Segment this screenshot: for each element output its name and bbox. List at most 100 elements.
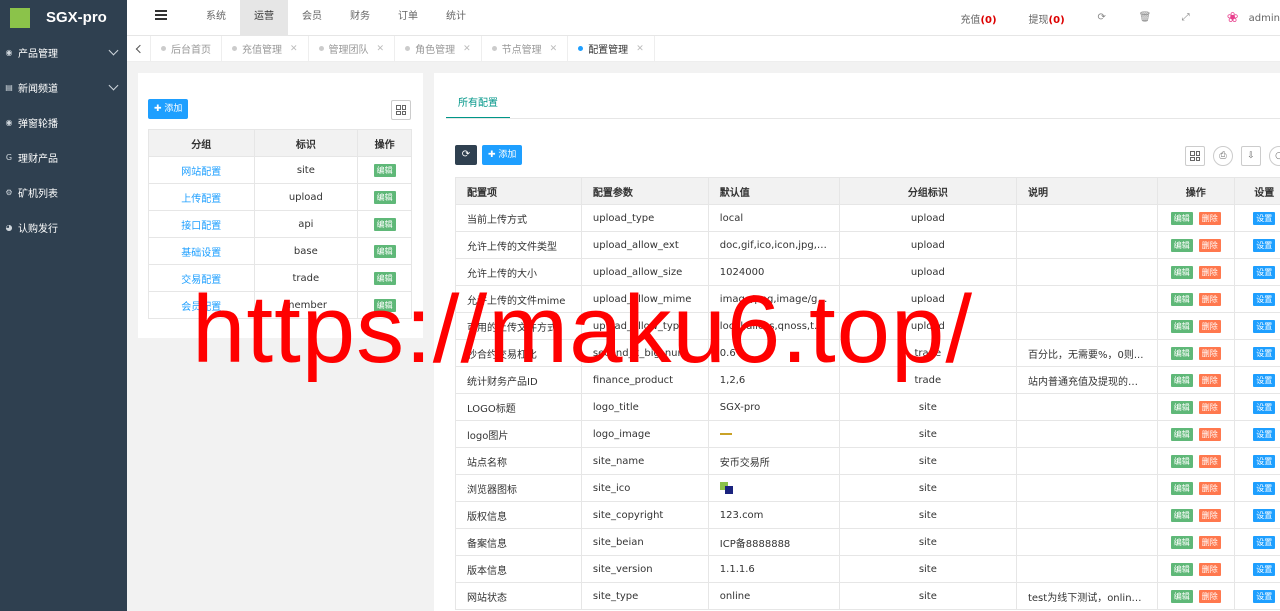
- set-button[interactable]: 设置: [1253, 454, 1276, 468]
- set-button[interactable]: 设置: [1253, 535, 1276, 549]
- edit-button[interactable]: 编辑: [373, 244, 396, 258]
- edit-button[interactable]: 编辑: [1170, 238, 1193, 252]
- delete-button[interactable]: 删除: [1198, 238, 1221, 252]
- columns-icon[interactable]: [1185, 146, 1205, 166]
- delete-button[interactable]: 删除: [1198, 400, 1221, 414]
- sidebar-item[interactable]: ⚙ 矿机列表: [0, 175, 127, 210]
- edit-button[interactable]: 编辑: [373, 163, 396, 177]
- page-tab[interactable]: 节点管理 ✕: [482, 35, 569, 62]
- set-button[interactable]: 设置: [1253, 508, 1276, 522]
- edit-button[interactable]: 编辑: [1170, 265, 1193, 279]
- delete-button[interactable]: 删除: [1198, 481, 1221, 495]
- group-name-link[interactable]: 网站配置: [148, 156, 255, 184]
- delete-button[interactable]: 删除: [1198, 562, 1221, 576]
- page-tab[interactable]: 配置管理 ✕: [568, 35, 655, 62]
- top-nav-item[interactable]: 系统: [192, 0, 240, 36]
- logo[interactable]: SGX-pro: [0, 0, 127, 35]
- close-icon[interactable]: ✕: [377, 44, 385, 54]
- set-button[interactable]: 设置: [1253, 319, 1276, 333]
- set-button[interactable]: 设置: [1253, 562, 1276, 576]
- sidebar-item[interactable]: ◉ 产品管理: [0, 35, 127, 70]
- delete-button[interactable]: 删除: [1198, 211, 1221, 225]
- favicon-thumbnail-icon: [719, 482, 733, 494]
- refresh-button[interactable]: ⟳: [455, 145, 477, 165]
- delete-button[interactable]: 删除: [1198, 292, 1221, 306]
- delete-button[interactable]: 删除: [1198, 427, 1221, 441]
- edit-button[interactable]: 编辑: [373, 217, 396, 231]
- withdraw-link[interactable]: 提现(0): [1029, 11, 1065, 26]
- sidebar-item[interactable]: ◉ 弹窗轮播: [0, 105, 127, 140]
- set-button[interactable]: 设置: [1253, 481, 1276, 495]
- actions-cell: 编辑 删除: [1156, 258, 1235, 286]
- delete-button[interactable]: 删除: [1198, 454, 1221, 468]
- set-button[interactable]: 设置: [1253, 211, 1276, 225]
- trash-icon[interactable]: 🗑: [1139, 13, 1152, 23]
- close-icon[interactable]: ✕: [550, 44, 558, 54]
- add-config-button[interactable]: ✚ 添加: [482, 145, 523, 165]
- edit-button[interactable]: 编辑: [1170, 211, 1193, 225]
- edit-button[interactable]: 编辑: [1170, 508, 1193, 522]
- user-menu[interactable]: ❀ admin: [1222, 8, 1280, 28]
- edit-button[interactable]: 编辑: [1170, 454, 1193, 468]
- page-tab[interactable]: 后台首页: [151, 35, 222, 62]
- set-button[interactable]: 设置: [1253, 238, 1276, 252]
- sidebar-item[interactable]: ▤ 新闻频道: [0, 70, 127, 105]
- tabs-prev-icon[interactable]: [127, 35, 151, 62]
- set-button[interactable]: 设置: [1253, 265, 1276, 279]
- edit-button[interactable]: 编辑: [1170, 400, 1193, 414]
- config-desc: [1015, 312, 1158, 340]
- edit-button[interactable]: 编辑: [1170, 373, 1193, 387]
- recharge-link[interactable]: 充值(0): [960, 11, 996, 26]
- page-tab[interactable]: 角色管理 ✕: [395, 35, 482, 62]
- top-nav-item[interactable]: 运营: [240, 0, 288, 36]
- set-button[interactable]: 设置: [1253, 589, 1276, 603]
- page-tab[interactable]: 充值管理 ✕: [222, 35, 309, 62]
- sidebar-item[interactable]: ◕ 认购发行: [0, 210, 127, 245]
- columns-icon[interactable]: [391, 100, 411, 120]
- close-icon[interactable]: ✕: [290, 44, 298, 54]
- actions-cell: 编辑 删除: [1156, 366, 1235, 394]
- top-nav-item[interactable]: 会员: [288, 0, 336, 36]
- edit-button[interactable]: 编辑: [1170, 427, 1193, 441]
- delete-button[interactable]: 删除: [1198, 319, 1221, 333]
- close-icon[interactable]: ✕: [636, 44, 644, 54]
- group-name-link[interactable]: 上传配置: [148, 183, 255, 211]
- delete-button[interactable]: 删除: [1198, 535, 1221, 549]
- config-desc: [1015, 204, 1158, 232]
- top-nav-item[interactable]: 统计: [432, 0, 480, 36]
- set-button[interactable]: 设置: [1253, 400, 1276, 414]
- tab-all-config[interactable]: 所有配置: [446, 91, 510, 119]
- menu-toggle-icon[interactable]: [155, 10, 167, 22]
- delete-button[interactable]: 删除: [1198, 373, 1221, 387]
- edit-button[interactable]: 编辑: [373, 190, 396, 204]
- search-icon[interactable]: ○: [1269, 146, 1280, 166]
- delete-button[interactable]: 删除: [1198, 508, 1221, 522]
- edit-button[interactable]: 编辑: [1170, 346, 1193, 360]
- export-icon[interactable]: ⇩: [1241, 146, 1261, 166]
- delete-button[interactable]: 删除: [1198, 265, 1221, 279]
- edit-button[interactable]: 编辑: [1170, 319, 1193, 333]
- delete-button[interactable]: 删除: [1198, 589, 1221, 603]
- close-icon[interactable]: ✕: [463, 44, 471, 54]
- edit-button[interactable]: 编辑: [1170, 562, 1193, 576]
- edit-button[interactable]: 编辑: [1170, 535, 1193, 549]
- set-button[interactable]: 设置: [1253, 373, 1276, 387]
- set-button[interactable]: 设置: [1253, 427, 1276, 441]
- set-button[interactable]: 设置: [1253, 292, 1276, 306]
- fullscreen-icon[interactable]: ⤢: [1181, 13, 1191, 23]
- top-nav-item[interactable]: 订单: [384, 0, 432, 36]
- page-tab[interactable]: 管理团队 ✕: [309, 35, 396, 62]
- group-name-link[interactable]: 基础设置: [148, 237, 255, 265]
- edit-button[interactable]: 编辑: [1170, 481, 1193, 495]
- group-name-link[interactable]: 接口配置: [148, 210, 255, 238]
- edit-button[interactable]: 编辑: [1170, 589, 1193, 603]
- add-group-button[interactable]: ✚ 添加: [148, 99, 189, 119]
- top-nav-item[interactable]: 财务: [336, 0, 384, 36]
- print-icon[interactable]: ⎙: [1213, 146, 1233, 166]
- edit-button[interactable]: 编辑: [1170, 292, 1193, 306]
- sidebar-item[interactable]: G 理财产品: [0, 140, 127, 175]
- set-button[interactable]: 设置: [1253, 346, 1276, 360]
- config-desc: 站内普通充值及提现的产品ID: [1015, 366, 1158, 394]
- refresh-icon[interactable]: ⟳: [1097, 13, 1107, 23]
- delete-button[interactable]: 删除: [1198, 346, 1221, 360]
